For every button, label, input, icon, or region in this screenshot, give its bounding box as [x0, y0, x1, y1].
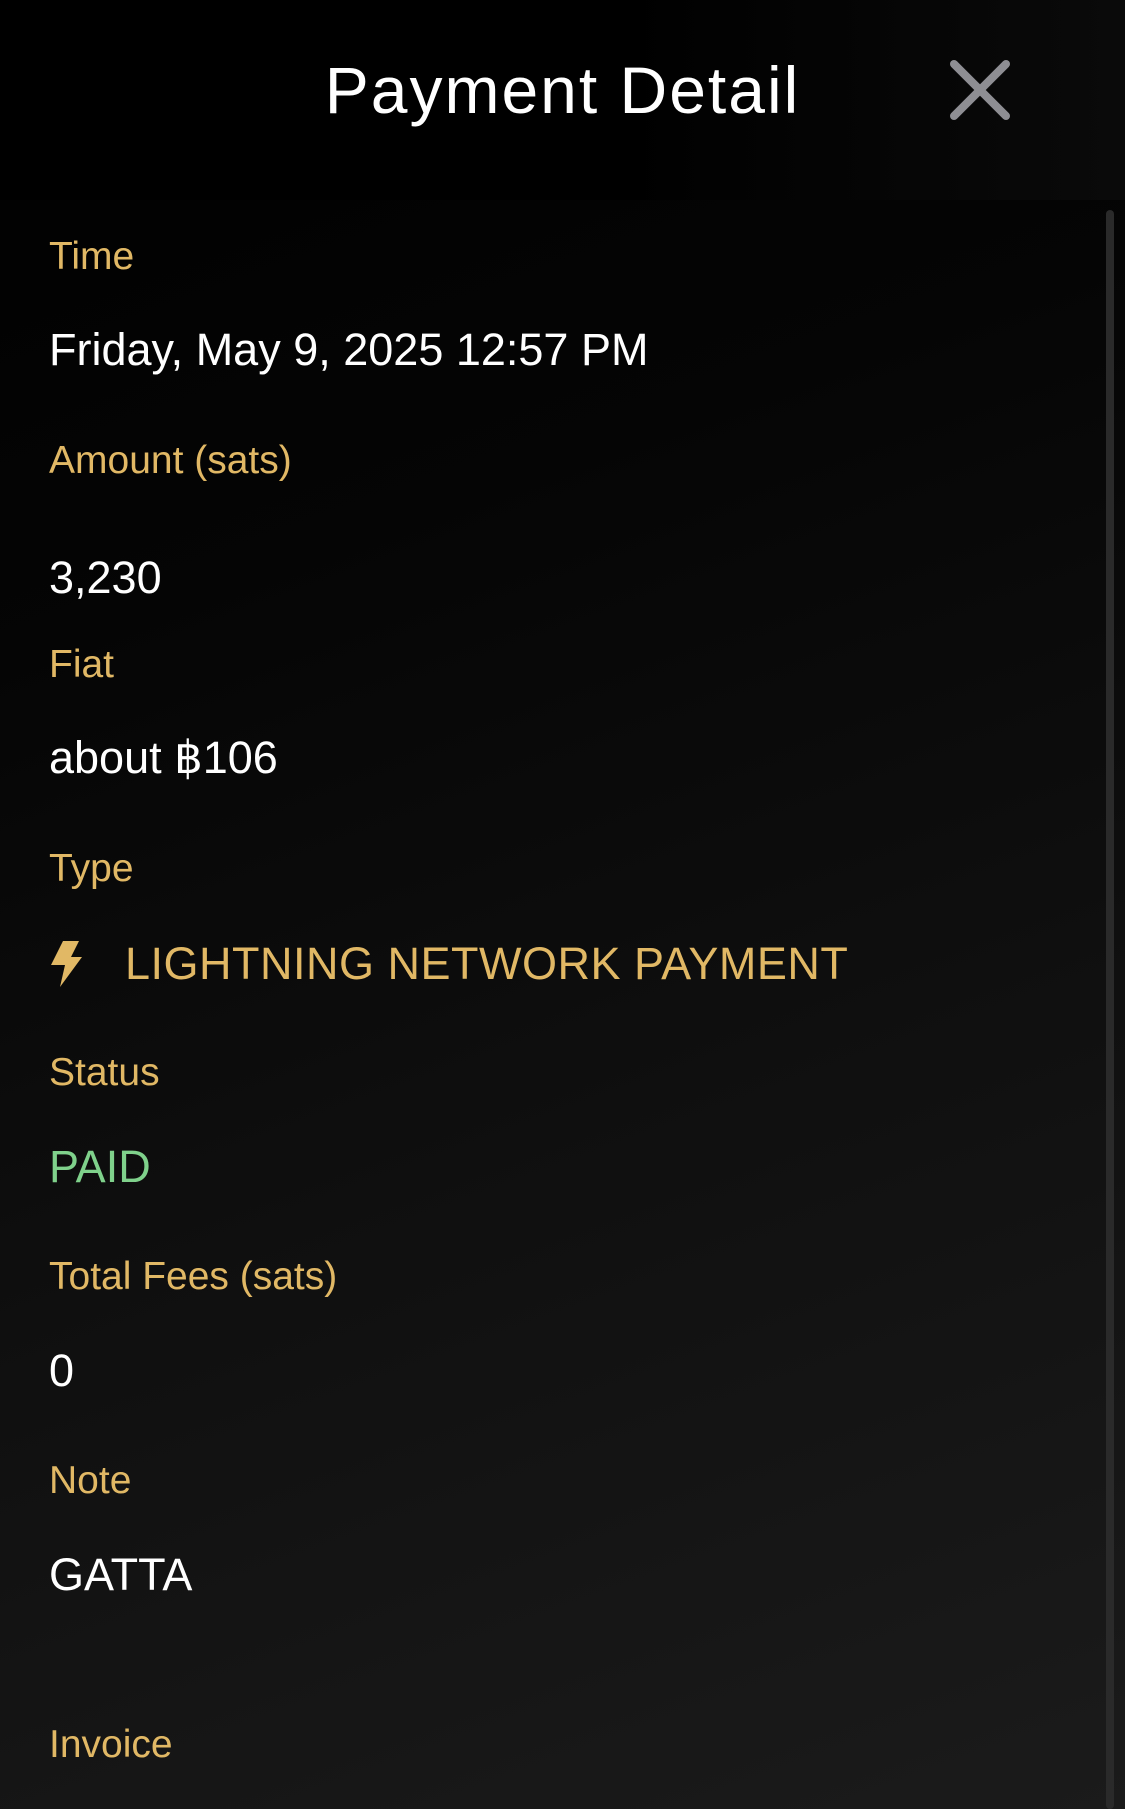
time-label: Time [49, 235, 135, 278]
detail-list: Time Friday, May 9, 2025 12:57 PM Amount… [0, 0, 1100, 1809]
payment-detail-screen: Payment Detail Time Friday, May 9, 2025 … [0, 0, 1125, 1809]
invoice-label: Invoice [49, 1723, 173, 1766]
fiat-label: Fiat [49, 643, 115, 686]
fiat-value: about ฿106 [49, 732, 278, 783]
fees-label: Total Fees (sats) [49, 1255, 338, 1298]
scrollbar[interactable] [1106, 210, 1114, 1809]
note-label: Note [49, 1459, 132, 1502]
lightning-bolt-icon [51, 941, 82, 987]
status-value: PAID [49, 1141, 151, 1192]
time-value: Friday, May 9, 2025 12:57 PM [49, 324, 649, 375]
type-value: LIGHTNING NETWORK PAYMENT [125, 938, 849, 989]
status-label: Status [49, 1051, 160, 1094]
type-row: LIGHTNING NETWORK PAYMENT [49, 934, 848, 994]
fees-value: 0 [49, 1345, 75, 1396]
amount-value: 3,230 [49, 552, 162, 603]
note-value: GATTA [49, 1549, 193, 1600]
type-label: Type [49, 847, 134, 890]
amount-label: Amount (sats) [49, 439, 292, 482]
